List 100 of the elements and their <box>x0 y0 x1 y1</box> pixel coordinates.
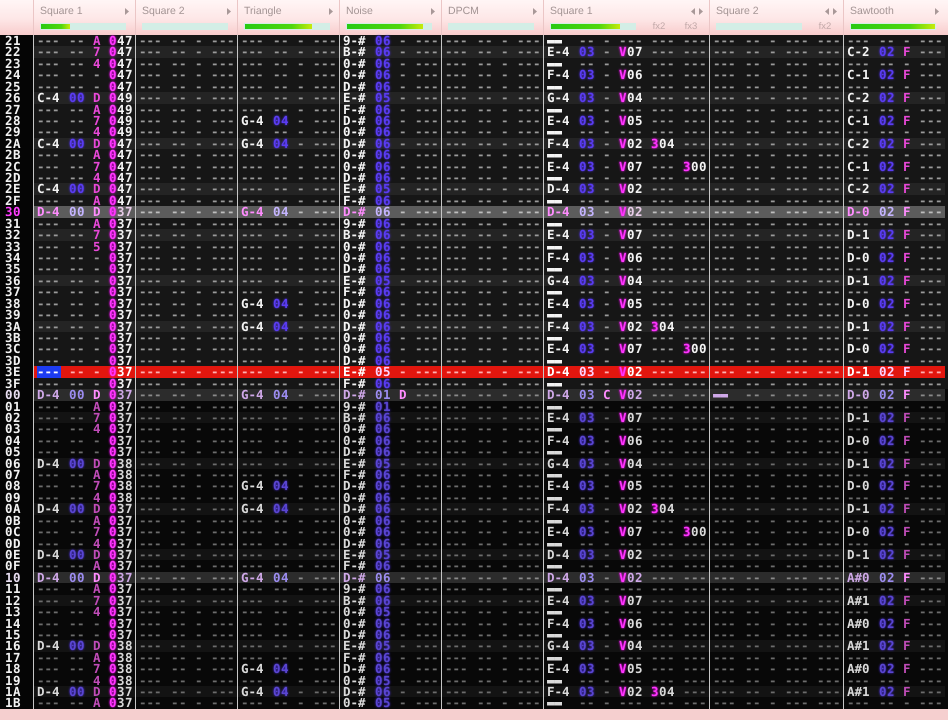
pattern-cell: G-4 03 - V04 --- --- <box>547 274 707 286</box>
arrow-right-icon[interactable] <box>329 8 333 14</box>
pattern-cell: F-4 03 - V02 304 --- <box>547 503 707 515</box>
pattern-cell: --- -- A 037 <box>37 583 133 595</box>
pattern-cell: --- -- - --- <box>241 149 337 161</box>
pattern-cell: ▬▬ -- - --- --- --- <box>547 104 707 115</box>
pattern-cell: --- -- - --- <box>847 674 943 686</box>
pattern-cell: --- -- - --- --- <box>713 138 841 150</box>
pattern-cell: G-4 03 - V04 --- --- <box>547 92 707 104</box>
pattern-cell: F-4 03 - V06 --- --- <box>547 434 707 446</box>
pattern-cell: D-0 02 F --- <box>847 480 943 492</box>
pattern-cell: --- -- - --- <box>241 126 337 138</box>
pattern-cell: --- -- - --- <box>139 332 235 344</box>
channel-name: DPCM <box>448 4 479 18</box>
pattern-cell: --- -- - --- --- <box>713 583 841 595</box>
pattern-cell: --- -- - --- <box>241 378 337 390</box>
arrow-right-icon[interactable] <box>935 8 939 14</box>
pattern-cell: --- -- - --- <box>241 492 337 504</box>
channel-name: Noise <box>346 4 373 18</box>
arrow-right-icon[interactable] <box>125 8 129 14</box>
pattern-cell: --- -- - --- <box>445 92 541 104</box>
pattern-cell: --- -- - --- <box>139 149 235 161</box>
row-number: 25 <box>0 80 33 92</box>
pattern-cell: --- -- - --- <box>139 526 235 538</box>
pattern-cell: --- -- - --- --- <box>713 446 841 458</box>
pattern-cell: --- -- - --- <box>847 194 943 206</box>
pattern-cell: --- -- - --- <box>241 400 337 412</box>
pattern-cell: --- -- - --- <box>241 240 337 252</box>
pattern-cell: 0-# 05 - --- <box>343 697 439 709</box>
pattern-cell: 0-# 05 - --- <box>343 674 439 686</box>
pattern-cell: --- -- - --- <box>445 480 541 492</box>
pattern-cell: ▬▬ -- - --- --- --- <box>547 58 707 70</box>
pattern-cell: ▬▬ -- - --- --- --- <box>547 628 707 640</box>
pattern-cell: --- -- A 047 <box>37 149 133 161</box>
pattern-cell: --- -- - --- <box>445 458 541 470</box>
pattern-cell: 0-# 06 - --- <box>343 514 439 526</box>
pattern-cell: D-0 02 F --- <box>847 389 943 400</box>
pattern-cell: --- -- A 038 <box>37 469 133 480</box>
arrow-left-icon[interactable] <box>825 8 829 14</box>
pattern-cell: --- -- - --- <box>139 58 235 70</box>
pattern-cell: F-4 03 - V06 --- --- <box>547 69 707 81</box>
pattern-cell: F-# 06 - --- <box>343 469 439 480</box>
row-number: 2D <box>0 172 33 184</box>
pattern-cell: E-4 03 - V07 --- --- <box>547 229 707 241</box>
arrow-right-icon[interactable] <box>833 8 837 14</box>
pattern-cell: --- -- - --- <box>139 446 235 458</box>
pattern-cell: ▬▬ -- - --- --- --- <box>547 697 707 709</box>
pattern-cell: --- -- - --- <box>241 560 337 572</box>
pattern-cell: F-4 03 - V02 304 --- <box>547 686 707 698</box>
pattern-cell: --- -- - --- <box>139 606 235 618</box>
pattern-cell: --- -- - --- <box>241 92 337 104</box>
pattern-cell: F-4 03 - V06 --- --- <box>547 618 707 629</box>
pattern-cell: --- -- - --- <box>445 229 541 241</box>
pattern-cell: --- -- 4 049 <box>37 126 133 138</box>
pattern-cell: C-1 02 F --- <box>847 114 943 126</box>
arrow-right-icon[interactable] <box>533 8 537 14</box>
pattern-cell: --- -- - --- <box>847 378 943 390</box>
cursor-field[interactable]: --- <box>37 366 61 378</box>
arrow-right-icon[interactable] <box>431 8 435 14</box>
pattern-cell: --- -- - --- <box>139 469 235 480</box>
row-number: 36 <box>0 274 33 286</box>
pattern-cell: --- -- - --- --- <box>713 503 841 515</box>
pattern-cell: --- -- 7 037 <box>37 412 133 424</box>
arrow-right-icon[interactable] <box>699 8 703 14</box>
pattern-cell: --- -- - --- <box>139 104 235 115</box>
pattern-cell: --- -- - 037 <box>37 309 133 321</box>
pattern-cell: --- -- - --- <box>139 298 235 310</box>
pattern-cell: --- -- - --- <box>241 80 337 92</box>
pattern-cell: --- -- - --- <box>847 354 943 366</box>
pattern-cell: --- -- - --- <box>139 458 235 470</box>
pattern-cell: --- -- - --- <box>241 274 337 286</box>
pattern-cell: --- -- - --- --- <box>713 114 841 126</box>
pattern-cell: ▬▬ -- - --- --- --- <box>547 354 707 366</box>
pattern-cell: --- -- - --- <box>139 126 235 138</box>
pattern-cell: --- -- - --- <box>139 252 235 264</box>
pattern-cell: 0-# 06 - --- <box>343 309 439 321</box>
pattern-cell: --- -- - --- <box>445 183 541 195</box>
pattern-cell: G-4 04 - --- <box>241 320 337 332</box>
row-number: 24 <box>0 69 33 81</box>
pattern-cell: --- -- - --- <box>445 35 541 46</box>
row-number: 38 <box>0 298 33 310</box>
pattern-cell: D-0 02 F --- <box>847 206 943 218</box>
pattern-cell: --- -- - 037 <box>37 298 133 310</box>
row-number: 3D <box>0 354 33 366</box>
pattern-cell: B-# 06 - --- <box>343 594 439 606</box>
pattern-cell: --- -- - --- <box>241 606 337 618</box>
pattern-cell: --- -- - --- <box>445 412 541 424</box>
pattern-cell: ▬▬ -- - --- --- --- <box>547 538 707 549</box>
pattern-cell: D-4 03 C V02 --- --- <box>547 389 707 400</box>
arrow-left-icon[interactable] <box>691 8 695 14</box>
pattern-cell: D-# 01 D --- <box>343 389 439 400</box>
arrow-right-icon[interactable] <box>227 8 231 14</box>
effect-column-label: fx2 <box>652 22 666 31</box>
row-number: 3E <box>0 366 33 378</box>
pattern-cell: F-# 06 - --- <box>343 652 439 664</box>
pattern-cell: --- -- - --- <box>445 594 541 606</box>
pattern-cell: --- -- 4 038 <box>37 492 133 504</box>
pattern-cell: --- -- - 037 <box>37 332 133 344</box>
pattern-cell: --- -- - --- <box>445 526 541 538</box>
pattern-cell: --- -- - --- <box>139 138 235 150</box>
